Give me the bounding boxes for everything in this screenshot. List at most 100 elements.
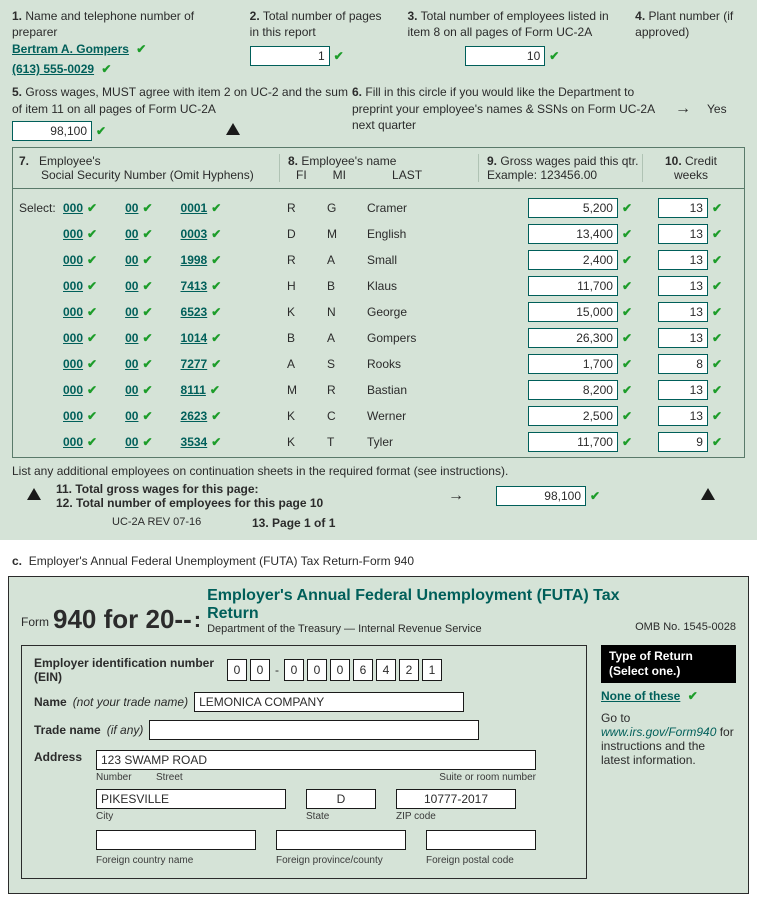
- employee-row: Select:000✔00✔0001✔RGCramer5,200✔13✔: [19, 195, 738, 221]
- credit-input[interactable]: 13: [658, 224, 708, 244]
- irs-link[interactable]: www.irs.gov/Form940: [601, 725, 716, 739]
- wages-input[interactable]: 2,400: [528, 250, 618, 270]
- ssn-part-link[interactable]: 7277: [181, 357, 208, 371]
- address-input[interactable]: 123 SWAMP ROAD: [96, 750, 536, 770]
- ssn-part-link[interactable]: 000: [63, 409, 83, 423]
- ein-digit[interactable]: 2: [399, 659, 419, 681]
- wages-input[interactable]: 1,700: [528, 354, 618, 374]
- ssn-cell: 000✔00✔0001✔: [63, 201, 279, 215]
- employee-table-body: Select:000✔00✔0001✔RGCramer5,200✔13✔000✔…: [13, 189, 744, 457]
- credit-input[interactable]: 13: [658, 276, 708, 296]
- preparer-phone-link[interactable]: (613) 555-0029: [12, 62, 94, 76]
- total-pages-input[interactable]: 1: [250, 46, 330, 66]
- ssn-part-link[interactable]: 000: [63, 227, 83, 241]
- ssn-part-link[interactable]: 0003: [181, 227, 208, 241]
- ssn-cell: 000✔00✔6523✔: [63, 305, 279, 319]
- ein-digit[interactable]: 0: [227, 659, 247, 681]
- name-mi: C: [327, 409, 341, 423]
- check-icon: ✔: [622, 331, 632, 345]
- ssn-part-link[interactable]: 6523: [181, 305, 208, 319]
- ssn-part-link[interactable]: 000: [63, 201, 83, 215]
- gross-wages-total-input[interactable]: 98,100: [12, 121, 92, 141]
- credit-input[interactable]: 13: [658, 302, 708, 322]
- ssn-part-link[interactable]: 0001: [181, 201, 208, 215]
- wages-input[interactable]: 13,400: [528, 224, 618, 244]
- ssn-part-link[interactable]: 000: [63, 357, 83, 371]
- foreign-postal-input[interactable]: [426, 830, 536, 850]
- ssn-part-link[interactable]: 7413: [181, 279, 208, 293]
- check-icon: ✔: [211, 253, 221, 267]
- credit-input[interactable]: 13: [658, 198, 708, 218]
- ssn-part-link[interactable]: 000: [63, 253, 83, 267]
- ssn-part-link[interactable]: 00: [125, 253, 138, 267]
- credit-input[interactable]: 13: [658, 250, 708, 270]
- wages-cell: 26,300 ✔: [477, 328, 632, 348]
- ein-digit[interactable]: 0: [284, 659, 304, 681]
- trade-name-input[interactable]: [149, 720, 479, 740]
- none-of-these-link[interactable]: None of these: [601, 689, 680, 703]
- ein-digit[interactable]: 0: [330, 659, 350, 681]
- check-icon: ✔: [712, 227, 722, 241]
- addr-sub-zip: ZIP code: [396, 809, 516, 822]
- ssn-part-link[interactable]: 000: [63, 305, 83, 319]
- foreign-country-input[interactable]: [96, 830, 256, 850]
- wages-input[interactable]: 26,300: [528, 328, 618, 348]
- credit-input[interactable]: 13: [658, 328, 708, 348]
- uc2a-rev: UC-2A REV 07-16: [112, 516, 252, 530]
- employee-table: 7. Employee's Social Security Number (Om…: [12, 147, 745, 458]
- ssn-part-link[interactable]: 1998: [181, 253, 208, 267]
- state-input[interactable]: D: [306, 789, 376, 809]
- ssn-part-link[interactable]: 1014: [181, 331, 208, 345]
- ein-digit[interactable]: 4: [376, 659, 396, 681]
- check-icon: ✔: [622, 383, 632, 397]
- wages-input[interactable]: 2,500: [528, 406, 618, 426]
- foreign-province-input[interactable]: [276, 830, 406, 850]
- wages-input[interactable]: 11,700: [528, 276, 618, 296]
- line-11-total-input[interactable]: 98,100: [496, 486, 586, 506]
- credit-input[interactable]: 8: [658, 354, 708, 374]
- ein-digit[interactable]: 1: [422, 659, 442, 681]
- ssn-part-link[interactable]: 00: [125, 305, 138, 319]
- zip-input[interactable]: 10777-2017: [396, 789, 516, 809]
- name-cell: KTTyler: [279, 435, 477, 449]
- name-last: George: [367, 305, 447, 319]
- credit-input[interactable]: 13: [658, 380, 708, 400]
- ssn-part-link[interactable]: 000: [63, 435, 83, 449]
- ssn-part-link[interactable]: 00: [125, 227, 138, 241]
- wages-input[interactable]: 8,200: [528, 380, 618, 400]
- ssn-part-link[interactable]: 2623: [181, 409, 208, 423]
- total-employees-input[interactable]: 10: [465, 46, 545, 66]
- credit-cell: 13✔: [632, 406, 722, 426]
- check-icon: ✔: [622, 227, 632, 241]
- wages-input[interactable]: 15,000: [528, 302, 618, 322]
- addr-sub-state: State: [306, 809, 376, 822]
- ssn-part-link[interactable]: 000: [63, 331, 83, 345]
- ssn-part-link[interactable]: 00: [125, 409, 138, 423]
- ssn-part-link[interactable]: 00: [125, 279, 138, 293]
- wages-cell: 11,700✔: [477, 432, 632, 452]
- ssn-part-link[interactable]: 000: [63, 279, 83, 293]
- credit-input[interactable]: 13: [658, 406, 708, 426]
- check-icon: ✔: [87, 201, 97, 215]
- ssn-part-link[interactable]: 00: [125, 331, 138, 345]
- ssn-part-link[interactable]: 00: [125, 435, 138, 449]
- ssn-part-link[interactable]: 00: [125, 383, 138, 397]
- ssn-part-link[interactable]: 00: [125, 357, 138, 371]
- ein-digit[interactable]: 0: [250, 659, 270, 681]
- name-mi: A: [327, 253, 341, 267]
- ein-digit[interactable]: 0: [307, 659, 327, 681]
- ssn-part-link[interactable]: 00: [125, 201, 138, 215]
- preparer-name-link[interactable]: Bertram A. Gompers: [12, 42, 129, 56]
- credit-input[interactable]: 9: [658, 432, 708, 452]
- city-input[interactable]: PIKESVILLE: [96, 789, 286, 809]
- name-mi: N: [327, 305, 341, 319]
- ssn-cell: 000✔00✔7413✔: [63, 279, 279, 293]
- ssn-part-link[interactable]: 000: [63, 383, 83, 397]
- addr-sub-city: City: [96, 809, 286, 822]
- ssn-part-link[interactable]: 3534: [181, 435, 208, 449]
- wages-input[interactable]: 5,200: [528, 198, 618, 218]
- ssn-part-link[interactable]: 8111: [181, 383, 206, 397]
- employer-name-input[interactable]: LEMONICA COMPANY: [194, 692, 464, 712]
- wages-input[interactable]: 11,700: [528, 432, 618, 452]
- ein-digit[interactable]: 6: [353, 659, 373, 681]
